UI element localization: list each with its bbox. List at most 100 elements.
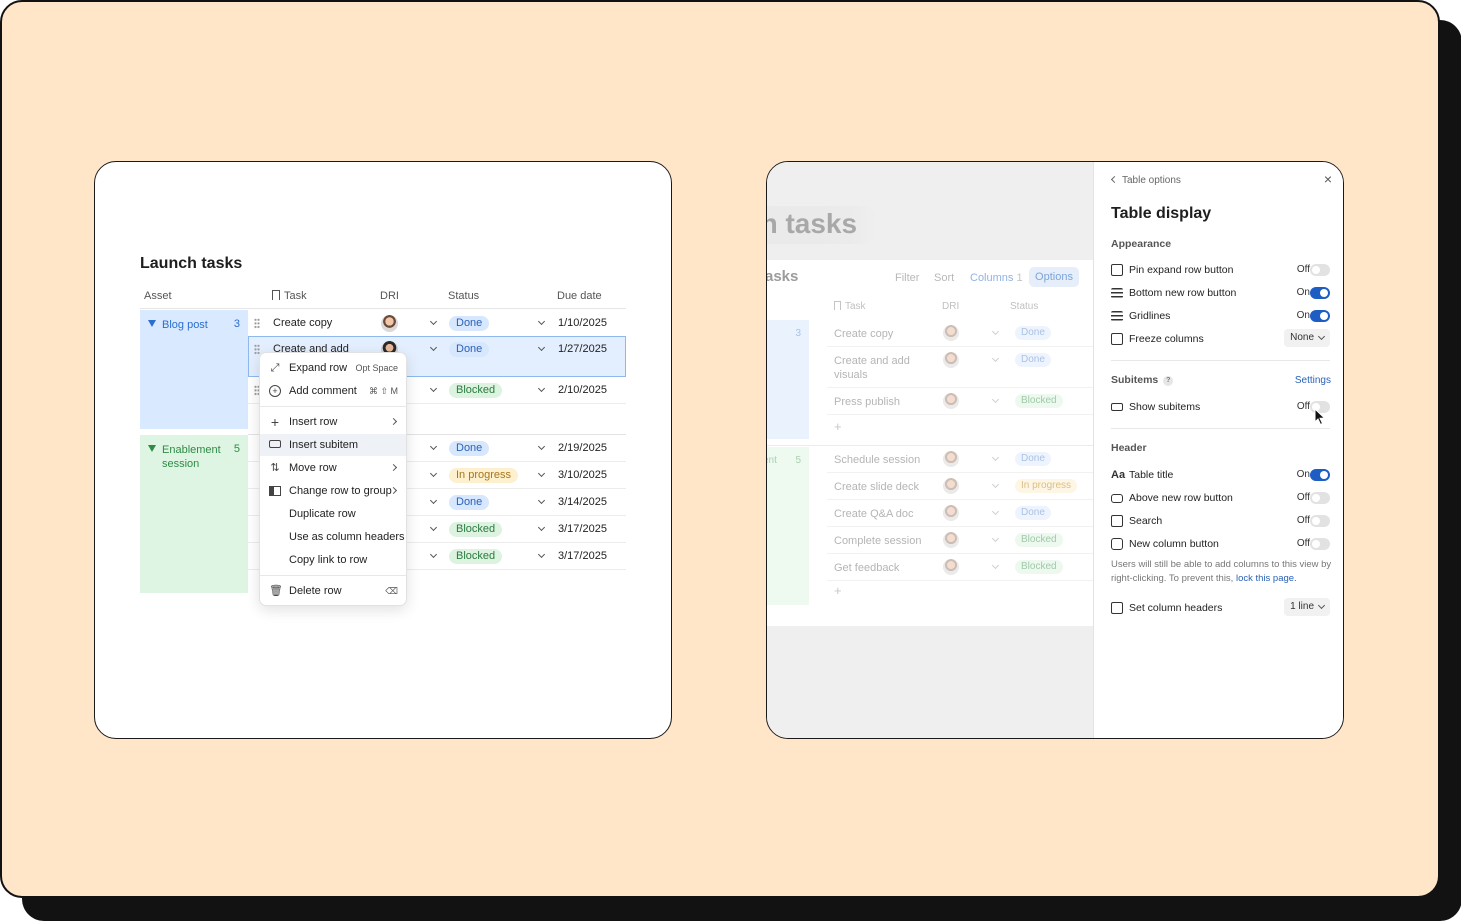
status-badge[interactable]: Done: [449, 316, 490, 331]
chevron-down-icon[interactable]: [991, 561, 1000, 570]
status-badge[interactable]: Done: [449, 495, 490, 510]
menu-item-insert-subitem[interactable]: Insert subitem: [260, 434, 406, 456]
column-header-status[interactable]: Status: [448, 290, 479, 302]
add-row-plus-icon[interactable]: +: [834, 583, 842, 598]
status-badge[interactable]: Blocked: [449, 549, 503, 564]
drag-handle-icon[interactable]: [254, 318, 260, 329]
avatar[interactable]: [381, 315, 398, 332]
chevron-down-icon[interactable]: [991, 327, 1000, 336]
avatar[interactable]: [943, 393, 959, 409]
close-icon[interactable]: ×: [1321, 172, 1335, 186]
filter-button[interactable]: Filter: [895, 272, 919, 284]
menu-item-expand-row[interactable]: ⤢ Expand row Opt Space: [260, 357, 406, 379]
status-badge[interactable]: Done: [1015, 506, 1051, 520]
group-enablement-session[interactable]: ent 5: [767, 447, 809, 605]
chevron-down-icon[interactable]: [991, 453, 1000, 462]
status-badge[interactable]: In progress: [1015, 479, 1078, 493]
menu-item-delete-row[interactable]: 🗑 Delete row ⌫: [260, 580, 406, 602]
menu-item-change-row-to-group[interactable]: Change row to group: [260, 480, 406, 502]
chevron-down-icon[interactable]: [991, 395, 1000, 404]
column-header-due-date[interactable]: Due date: [557, 290, 602, 302]
options-button[interactable]: Options: [1029, 267, 1079, 287]
status-badge[interactable]: Blocked: [449, 522, 503, 537]
column-header-asset[interactable]: Asset: [144, 290, 172, 302]
task-cell[interactable]: Create Q&A doc: [834, 507, 914, 521]
chevron-down-icon[interactable]: [991, 480, 1000, 489]
avatar[interactable]: [943, 325, 959, 341]
table-row[interactable]: Get feedback Blocked: [827, 554, 1093, 581]
chevron-down-icon[interactable]: [537, 496, 546, 505]
task-cell[interactable]: Schedule session: [834, 453, 920, 467]
chevron-down-icon[interactable]: [429, 317, 438, 326]
chevron-down-icon[interactable]: [429, 442, 438, 451]
due-date-cell[interactable]: 2/19/2025: [558, 442, 607, 454]
drag-handle-icon[interactable]: [254, 344, 260, 355]
due-date-cell[interactable]: 1/27/2025: [558, 343, 607, 355]
table-row[interactable]: Create slide deck In progress: [827, 473, 1093, 500]
menu-item-add-comment[interactable]: + Add comment ⌘ ⇧ M: [260, 380, 406, 402]
chevron-down-icon[interactable]: [429, 550, 438, 559]
toggle-switch[interactable]: [1310, 492, 1330, 504]
due-date-cell[interactable]: 3/17/2025: [558, 550, 607, 562]
status-badge[interactable]: Blocked: [1015, 394, 1063, 408]
toggle-switch[interactable]: [1310, 264, 1330, 276]
due-date-cell[interactable]: 3/14/2025: [558, 496, 607, 508]
column-header-dri[interactable]: DRI: [942, 301, 959, 312]
group-blog-post[interactable]: Blog post 3: [140, 310, 248, 429]
toggle-switch[interactable]: [1310, 515, 1330, 527]
columns-button[interactable]: Columns 1: [970, 272, 1023, 284]
column-header-dri[interactable]: DRI: [380, 290, 399, 302]
table-row[interactable]: Press publish Blocked: [827, 388, 1093, 415]
chevron-down-icon[interactable]: [537, 343, 546, 352]
status-badge[interactable]: Blocked: [449, 383, 503, 398]
table-row[interactable]: Create copy Done 1/10/2025: [248, 310, 626, 337]
avatar[interactable]: [943, 505, 959, 521]
menu-item-copy-link-to-row[interactable]: Copy link to row: [260, 549, 406, 571]
table-row[interactable]: Schedule session Done: [827, 446, 1093, 473]
help-icon[interactable]: ?: [1163, 376, 1174, 386]
avatar[interactable]: [943, 559, 959, 575]
column-headers-dropdown[interactable]: 1 line: [1284, 598, 1330, 616]
chevron-down-icon[interactable]: [429, 496, 438, 505]
chevron-down-icon[interactable]: [537, 523, 546, 532]
chevron-down-icon[interactable]: [537, 469, 546, 478]
due-date-cell[interactable]: 2/10/2025: [558, 384, 607, 396]
task-cell[interactable]: Get feedback: [834, 561, 899, 575]
avatar[interactable]: [943, 478, 959, 494]
group-enablement-session[interactable]: Enablement session 5: [140, 435, 248, 593]
due-date-cell[interactable]: 1/10/2025: [558, 317, 607, 329]
column-header-status[interactable]: Status: [1010, 301, 1038, 312]
task-cell[interactable]: Press publish: [834, 395, 900, 409]
status-badge[interactable]: Done: [449, 342, 490, 357]
chevron-down-icon[interactable]: [991, 507, 1000, 516]
table-row[interactable]: Complete session Blocked: [827, 527, 1093, 554]
menu-item-insert-row[interactable]: + Insert row: [260, 411, 406, 433]
task-cell[interactable]: Complete session: [834, 534, 921, 548]
toggle-switch[interactable]: [1310, 469, 1330, 481]
status-badge[interactable]: In progress: [449, 468, 519, 483]
chevron-down-icon[interactable]: [429, 523, 438, 532]
group-blog-post[interactable]: 3: [767, 320, 809, 439]
chevron-down-icon[interactable]: [429, 343, 438, 352]
collapse-triangle-icon[interactable]: [148, 445, 156, 452]
due-date-cell[interactable]: 3/10/2025: [558, 469, 607, 481]
table-row[interactable]: Create and add visuals Done: [827, 347, 1093, 388]
menu-item-duplicate-row[interactable]: Duplicate row: [260, 503, 406, 525]
column-header-task[interactable]: Task: [834, 301, 866, 312]
toggle-switch[interactable]: [1310, 310, 1330, 322]
chevron-down-icon[interactable]: [537, 442, 546, 451]
toggle-switch[interactable]: [1310, 287, 1330, 299]
due-date-cell[interactable]: 3/17/2025: [558, 523, 607, 535]
toggle-switch[interactable]: [1310, 538, 1330, 550]
task-cell[interactable]: Create copy: [273, 317, 332, 329]
menu-item-use-as-column-headers[interactable]: Use as column headers: [260, 526, 406, 548]
chevron-down-icon[interactable]: [429, 384, 438, 393]
status-badge[interactable]: Done: [1015, 353, 1051, 367]
chevron-down-icon[interactable]: [429, 469, 438, 478]
collapse-triangle-icon[interactable]: [148, 320, 156, 327]
chevron-down-icon[interactable]: [537, 550, 546, 559]
task-cell[interactable]: Create and add visuals: [834, 354, 924, 382]
settings-link[interactable]: Settings: [1295, 375, 1331, 386]
avatar[interactable]: [943, 451, 959, 467]
task-cell[interactable]: Create slide deck: [834, 480, 919, 494]
